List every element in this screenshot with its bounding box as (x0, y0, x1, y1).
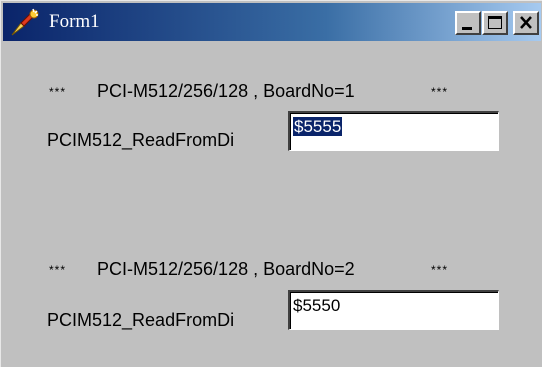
close-icon (520, 16, 532, 29)
maximize-button[interactable] (482, 11, 508, 35)
board2-value-text: $5550 (293, 296, 341, 315)
window-title: Form1 (49, 11, 100, 32)
title-bar[interactable]: Form1 (3, 3, 541, 41)
board1-readfromdi-label: PCIM512_ReadFromDi (47, 130, 235, 150)
maximize-icon (488, 16, 502, 29)
minimize-button[interactable] (455, 11, 481, 35)
board1-readfromdi-textbox[interactable]: $5555 (288, 111, 499, 151)
board2-readfromdi-textbox[interactable]: $5550 (288, 290, 499, 330)
board1-header-label: PCI-M512/256/128 , BoardNo=1 (97, 81, 355, 101)
board2-suffix-stars: *** (431, 263, 449, 277)
board2-header-label: PCI-M512/256/128 , BoardNo=2 (97, 259, 355, 279)
board1-prefix-stars: *** (49, 85, 67, 99)
form-client-area: *** PCI-M512/256/128 , BoardNo=1 *** PCI… (3, 43, 541, 366)
board1-suffix-stars: *** (431, 85, 449, 99)
close-button[interactable] (513, 11, 539, 35)
form1-window: Form1 *** PCI-M512/256/128 , BoardNo=1 *… (0, 0, 542, 367)
board2-prefix-stars: *** (49, 263, 67, 277)
form-app-icon (11, 8, 39, 36)
minimize-icon (462, 27, 472, 30)
board2-readfromdi-label: PCIM512_ReadFromDi (47, 310, 235, 330)
board1-value-selection: $5555 (293, 117, 343, 136)
